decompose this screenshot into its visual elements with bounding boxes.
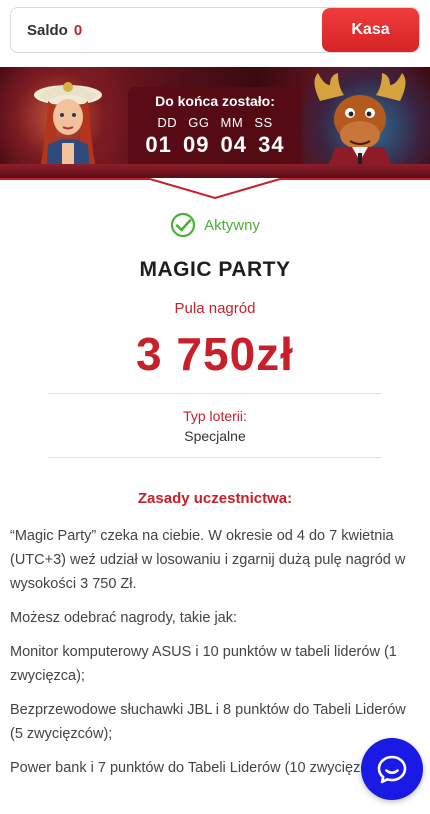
balance-label: Saldo bbox=[27, 21, 68, 39]
chat-button[interactable] bbox=[361, 738, 423, 800]
lottery-banner: Do końca zostało: DD GG MM SS 01 09 04 3… bbox=[0, 67, 430, 178]
lottery-type-value: Specjalne bbox=[184, 428, 246, 444]
rules-paragraph: Bezprzewodowe słuchawki JBL i 8 punktów … bbox=[10, 702, 406, 742]
balance-display: Saldo 0 bbox=[11, 8, 322, 52]
cashier-button[interactable]: Kasa bbox=[322, 8, 419, 52]
balance-value: 0 bbox=[73, 21, 83, 39]
divider-line bbox=[48, 457, 382, 458]
countdown-title: Do końca zostało: bbox=[155, 93, 275, 109]
rules-paragraph: Power bank i 7 punktów do Tabeli Liderów… bbox=[10, 760, 395, 776]
rules-paragraph: Monitor komputerowy ASUS i 10 punktów w … bbox=[10, 644, 397, 684]
prize-pool-label: Pula nagród bbox=[174, 300, 256, 317]
chat-bubble-icon bbox=[377, 755, 407, 784]
rules-text: “Magic Party” czeka na ciebie. W okresie… bbox=[10, 524, 415, 790]
rules-title: Zasady uczestnictwa: bbox=[137, 490, 293, 507]
divider-line bbox=[48, 393, 382, 394]
lottery-title: MAGIC PARTY bbox=[139, 258, 291, 281]
countdown-values: 01 09 04 34 bbox=[145, 132, 285, 157]
countdown-units: DD GG MM SS bbox=[157, 115, 273, 130]
status-label: Aktywny bbox=[204, 216, 260, 234]
banner-bottom-strip bbox=[0, 164, 430, 178]
countdown-box: Do końca zostało: DD GG MM SS 01 09 04 3… bbox=[128, 87, 302, 175]
moose-illustration bbox=[314, 73, 406, 175]
rules-paragraph: “Magic Party” czeka na ciebie. W okresie… bbox=[10, 528, 406, 592]
status-indicator: Aktywny bbox=[0, 212, 430, 238]
pirate-girl-illustration bbox=[34, 82, 102, 175]
check-circle-icon bbox=[170, 212, 196, 238]
balance-bar: Saldo 0 Kasa bbox=[10, 7, 420, 53]
section-divider bbox=[0, 178, 430, 200]
lottery-type-label: Typ loterii: bbox=[183, 408, 247, 424]
rules-paragraph: Możesz odebrać nagrody, takie jak: bbox=[10, 610, 238, 626]
prize-pool-value: 3 750zł bbox=[136, 328, 294, 380]
